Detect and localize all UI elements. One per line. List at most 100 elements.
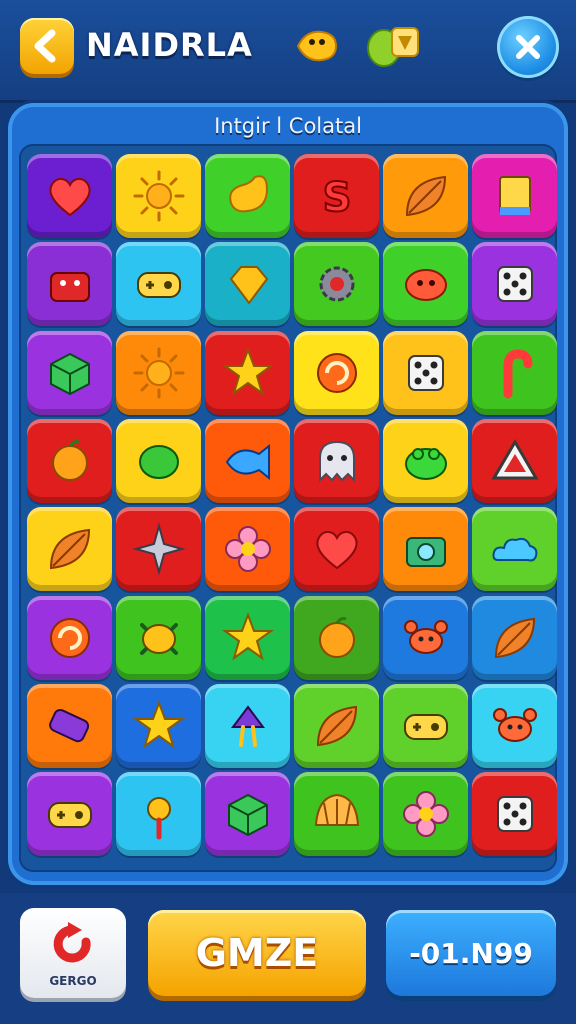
game-title: NAIDRLA <box>86 26 253 64</box>
board-tile[interactable] <box>116 595 201 680</box>
board-tile[interactable] <box>27 154 112 238</box>
board-tile[interactable] <box>205 242 290 327</box>
left-action-label: GERGO <box>49 974 97 988</box>
dice-icon <box>496 796 533 833</box>
board-tile[interactable] <box>294 330 379 415</box>
board-tile[interactable] <box>116 154 201 238</box>
board-tile[interactable] <box>27 242 112 327</box>
cube-icon <box>227 793 268 837</box>
heart-icon <box>315 531 358 570</box>
board-tile[interactable] <box>472 683 557 768</box>
board-tile[interactable] <box>205 507 290 592</box>
game-board: S <box>19 144 557 872</box>
gear-icon <box>319 266 354 302</box>
board-tile[interactable] <box>27 330 112 415</box>
top-bar: NAIDRLA <box>0 0 576 103</box>
board-tile[interactable] <box>205 772 290 857</box>
board-tile[interactable] <box>116 772 201 857</box>
camera-icon <box>405 537 446 568</box>
cube-icon <box>49 352 90 395</box>
board-tile[interactable] <box>27 595 112 680</box>
blob-icon <box>404 269 447 302</box>
leaf-icon <box>494 617 535 658</box>
board-tile[interactable] <box>472 507 557 592</box>
flower-icon <box>402 791 449 838</box>
board-tile[interactable] <box>294 595 379 680</box>
board-tile[interactable] <box>383 330 468 415</box>
board-tile[interactable] <box>294 772 379 857</box>
board-tile[interactable] <box>27 507 112 592</box>
fish-icon <box>296 30 338 62</box>
heart-icon <box>48 177 91 217</box>
close-button[interactable] <box>497 16 559 78</box>
board-tile[interactable] <box>383 595 468 680</box>
leaf-icon <box>49 529 90 570</box>
board-tile[interactable] <box>472 418 557 503</box>
board-tile[interactable] <box>205 418 290 503</box>
board-tile[interactable] <box>472 242 557 327</box>
board-tile[interactable] <box>116 507 201 592</box>
crab-icon <box>492 707 537 742</box>
board-tile[interactable] <box>383 772 468 857</box>
book-icon <box>498 176 531 215</box>
board-tile[interactable]: S <box>294 154 379 238</box>
dice-icon <box>407 354 444 391</box>
back-arrow-icon <box>34 29 56 63</box>
close-icon <box>516 35 540 59</box>
board-tile[interactable] <box>27 683 112 768</box>
cloud-icon <box>492 538 537 562</box>
gamepad-icon <box>403 713 448 740</box>
board-tile[interactable] <box>294 507 379 592</box>
star-icon <box>132 699 185 749</box>
key-icon <box>146 797 171 840</box>
right-action-button[interactable]: -01.N99 <box>386 910 556 996</box>
gamepad-icon <box>136 272 181 299</box>
board-tile[interactable] <box>205 154 290 238</box>
board-tile[interactable] <box>383 418 468 503</box>
main-action-button[interactable]: GMZE <box>148 910 366 996</box>
jellybean-icon <box>228 175 268 213</box>
turtle-icon <box>139 622 178 655</box>
triangle-icon <box>490 438 539 480</box>
left-action-button[interactable]: GERGO <box>20 908 126 998</box>
gamepad-icon <box>47 802 92 829</box>
coin-badge-icon <box>367 27 419 67</box>
star-icon <box>221 611 274 660</box>
orange-icon <box>318 616 355 658</box>
board-tile[interactable] <box>294 242 379 327</box>
board-tile[interactable] <box>472 772 557 857</box>
candy-cane-icon <box>503 349 532 399</box>
board-tile[interactable] <box>205 595 290 680</box>
board-tile[interactable] <box>383 242 468 327</box>
board-tile[interactable] <box>116 242 201 327</box>
board-tile[interactable] <box>383 507 468 592</box>
fish-icon <box>225 443 270 480</box>
board-tile[interactable] <box>383 683 468 768</box>
candy-s-icon: S <box>321 174 352 222</box>
board-tile[interactable] <box>472 595 557 680</box>
flower-icon <box>224 526 271 573</box>
leaf-icon <box>405 175 446 217</box>
board-tile[interactable] <box>472 154 557 238</box>
board-tile[interactable] <box>116 683 201 768</box>
swirl-icon <box>316 352 357 393</box>
gem-icon <box>229 266 268 305</box>
lime-icon <box>138 444 179 479</box>
battery-icon <box>48 708 89 742</box>
board-tile[interactable] <box>205 330 290 415</box>
board-tile[interactable] <box>294 683 379 768</box>
frog-icon <box>404 447 447 480</box>
board-tile[interactable] <box>205 683 290 768</box>
sun-icon <box>133 347 184 399</box>
board-tile[interactable] <box>294 418 379 503</box>
board-tile[interactable] <box>27 772 112 857</box>
back-button[interactable] <box>20 18 74 74</box>
board-tile[interactable] <box>27 418 112 503</box>
board-subtitle: Intgir l Colatal <box>214 114 362 138</box>
board-tile[interactable] <box>116 330 201 415</box>
board-tile[interactable] <box>116 418 201 503</box>
star-icon <box>221 346 274 396</box>
board-tile[interactable] <box>472 330 557 415</box>
board-tile[interactable] <box>383 154 468 238</box>
dice-icon <box>496 266 533 303</box>
